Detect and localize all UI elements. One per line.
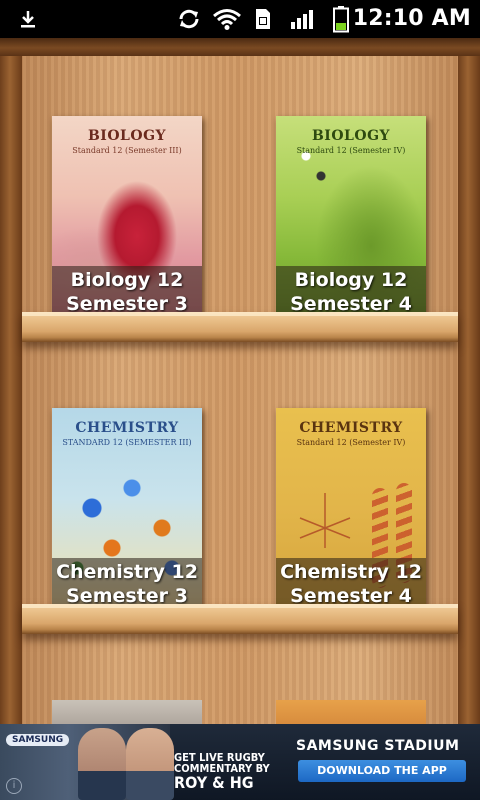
book-title-line1: Biology 12 (70, 269, 184, 291)
battery-icon (333, 6, 349, 33)
shelf-plank (22, 604, 458, 634)
presenter-photo (78, 728, 126, 800)
cover-subtitle: Standard 12 (Semester IV) (296, 146, 406, 155)
shelf-side-right (458, 56, 480, 724)
book-label: Biology 12 Semester 3 (52, 266, 202, 318)
cover-subtitle: STANDARD 12 (SEMESTER III) (62, 438, 192, 447)
book-biology-12-semester-4[interactable]: BIOLOGY Standard 12 (Semester IV) Biolog… (276, 116, 426, 318)
book-label: Biology 12 Semester 4 (276, 266, 426, 318)
samsung-logo: SAMSUNG (6, 734, 70, 746)
shelf-plank (22, 312, 458, 342)
clock: 12:10 AM (352, 6, 471, 31)
sim-icon (256, 9, 270, 29)
presenter-photo (126, 728, 174, 800)
ad-image: SAMSUNG i (0, 724, 174, 800)
book-partial[interactable] (52, 700, 202, 724)
signal-icon (291, 10, 313, 29)
cover-subtitle: Standard 12 (Semester III) (72, 146, 182, 155)
book-chemistry-12-semester-3[interactable]: CHEMISTRY STANDARD 12 (SEMESTER III) Che… (52, 408, 202, 610)
wifi-icon (213, 9, 241, 30)
ad-stadium-logo: SAMSUNG STADIUM (296, 738, 460, 754)
book-partial[interactable] (276, 700, 426, 724)
cover-subtitle: Standard 12 (Semester IV) (296, 438, 406, 447)
ad-banner[interactable]: SAMSUNG i GET LIVE RUGBY COMMENTARY BY R… (0, 724, 480, 800)
book-label: Chemistry 12 Semester 3 (52, 558, 202, 610)
shelf-top-board (0, 38, 480, 56)
book-label: Chemistry 12 Semester 4 (276, 558, 426, 610)
shelf-side-left (0, 56, 22, 724)
ad-promo-line3: ROY & HG (174, 773, 254, 792)
book-title-line1: Chemistry 12 (280, 561, 422, 583)
book-chemistry-12-semester-4[interactable]: CHEMISTRY Standard 12 (Semester IV) Chem… (276, 408, 426, 610)
info-icon[interactable]: i (6, 778, 22, 794)
download-icon (21, 11, 35, 28)
sync-icon (179, 9, 199, 29)
cover-title: BIOLOGY (311, 128, 391, 144)
book-title-line1: Chemistry 12 (56, 561, 198, 583)
cover-title: CHEMISTRY (299, 420, 403, 436)
bookshelf: BIOLOGY Standard 12 (Semester III) Biolo… (0, 38, 480, 724)
status-bar: 12:10 AM (0, 0, 480, 38)
cover-title: BIOLOGY (87, 128, 167, 144)
download-app-button[interactable]: DOWNLOAD THE APP (298, 760, 466, 782)
book-biology-12-semester-3[interactable]: BIOLOGY Standard 12 (Semester III) Biolo… (52, 116, 202, 318)
cover-title: CHEMISTRY (75, 420, 179, 436)
molecule-graphic (299, 493, 351, 548)
book-title-line1: Biology 12 (294, 269, 408, 291)
ad-promo-text: GET LIVE RUGBY COMMENTARY BY ROY & HG (174, 752, 270, 791)
